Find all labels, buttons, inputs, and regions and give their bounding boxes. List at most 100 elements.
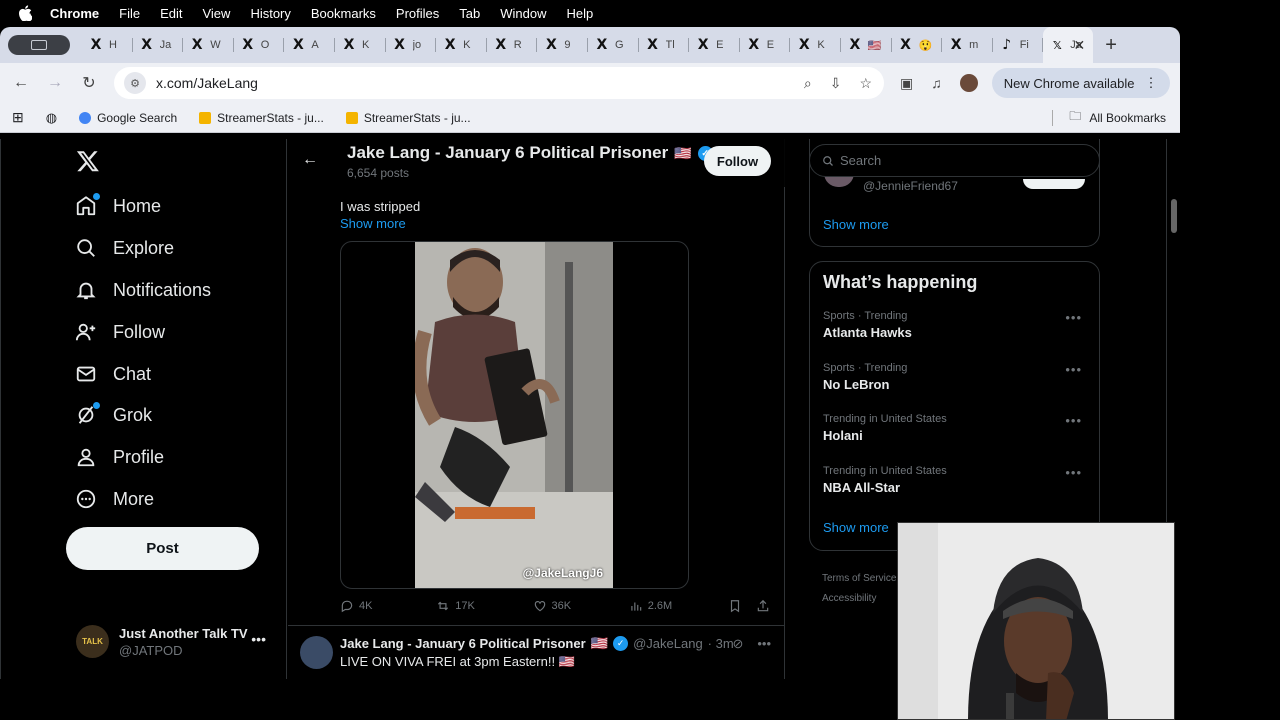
show-more-link[interactable]: Show more bbox=[823, 520, 889, 535]
menu-history[interactable]: History bbox=[250, 6, 290, 21]
bookmark-streamerstats-1[interactable]: StreamerStats - ju... bbox=[199, 111, 324, 125]
scrollbar-thumb[interactable] bbox=[1171, 199, 1177, 233]
more-dots-icon[interactable]: ••• bbox=[1065, 465, 1082, 480]
back-arrow-icon[interactable]: ← bbox=[10, 74, 32, 92]
author-name[interactable]: Jake Lang - January 6 Political Prisoner bbox=[340, 636, 586, 651]
browser-tab[interactable]: X 😲 bbox=[892, 27, 943, 63]
browser-tab[interactable]: Xjo bbox=[386, 27, 437, 63]
update-chrome-button[interactable]: New Chrome available ⋮ bbox=[991, 68, 1170, 98]
nav-profile[interactable]: Profile bbox=[75, 446, 164, 468]
zoom-icon[interactable]: ⌕ bbox=[804, 75, 812, 92]
browser-tab[interactable]: XW bbox=[183, 27, 234, 63]
apps-grid-icon[interactable]: ⊞ bbox=[12, 109, 24, 126]
follow-button[interactable]: Follow bbox=[704, 146, 771, 176]
accessibility-link[interactable]: Accessibility bbox=[822, 589, 896, 609]
nav-chat[interactable]: Chat bbox=[75, 363, 151, 385]
address-bar[interactable]: ⚙ x.com/JakeLang ⌕ ⇩ ☆ bbox=[114, 67, 884, 99]
nav-home[interactable]: Home bbox=[75, 193, 161, 217]
browser-tab[interactable]: X Ja bbox=[133, 27, 184, 63]
browser-tab[interactable]: ♪ Fi bbox=[993, 27, 1044, 63]
bookmark-star-icon[interactable]: ☆ bbox=[859, 75, 872, 92]
site-info-icon[interactable]: ⚙ bbox=[124, 72, 146, 94]
nav-explore[interactable]: Explore bbox=[75, 237, 174, 259]
reply-button[interactable]: 4K bbox=[340, 599, 436, 613]
reload-icon[interactable]: ↻ bbox=[78, 73, 100, 93]
browser-tab[interactable]: XA bbox=[284, 27, 335, 63]
browser-tab[interactable]: XK bbox=[790, 27, 841, 63]
show-more-link[interactable]: Show more bbox=[340, 216, 406, 231]
nav-notifications[interactable]: Notifications bbox=[75, 279, 211, 301]
more-dots-icon[interactable]: ••• bbox=[251, 631, 266, 647]
menu-tab[interactable]: Tab bbox=[459, 6, 480, 21]
cast-icon[interactable]: ▣ bbox=[900, 75, 913, 92]
menu-edit[interactable]: Edit bbox=[160, 6, 182, 21]
browser-tab[interactable]: XE bbox=[740, 27, 791, 63]
browser-tab[interactable]: XH bbox=[82, 27, 133, 63]
profile-avatar-icon[interactable] bbox=[959, 74, 978, 92]
like-button[interactable]: 36K bbox=[533, 599, 629, 613]
url-text[interactable]: x.com/JakeLang bbox=[156, 75, 258, 91]
browser-tab[interactable]: XR bbox=[487, 27, 538, 63]
browser-tab[interactable]: XG bbox=[588, 27, 639, 63]
menu-help[interactable]: Help bbox=[567, 6, 594, 21]
post-button[interactable]: Post bbox=[66, 527, 259, 570]
terms-link[interactable]: Terms of Service bbox=[822, 569, 896, 589]
new-tab-button[interactable]: + bbox=[1105, 34, 1117, 57]
avatar[interactable] bbox=[300, 636, 333, 669]
menu-file[interactable]: File bbox=[119, 6, 140, 21]
nav-more[interactable]: More bbox=[75, 488, 154, 510]
grok-icon[interactable]: ⊘ bbox=[732, 636, 743, 652]
bookmark-streamerstats-2[interactable]: StreamerStats - ju... bbox=[345, 111, 471, 125]
menu-view[interactable]: View bbox=[202, 6, 230, 21]
apple-icon[interactable] bbox=[18, 5, 32, 21]
trend-item[interactable]: Trending in United States NBA All-Star •… bbox=[823, 465, 1088, 495]
show-more-link[interactable]: Show more bbox=[823, 217, 889, 232]
bookmark-google[interactable]: Google Search bbox=[79, 111, 177, 125]
browser-tab[interactable]: XK bbox=[335, 27, 386, 63]
video-frame[interactable]: @JakeLangJ6 bbox=[415, 242, 613, 588]
all-bookmarks[interactable]: 🗀 All Bookmarks bbox=[1052, 107, 1166, 128]
x-logo-icon[interactable] bbox=[76, 149, 100, 173]
bookmark-button[interactable] bbox=[728, 599, 742, 613]
nav-grok[interactable]: Grok bbox=[75, 402, 152, 426]
back-arrow-icon[interactable]: ← bbox=[302, 151, 318, 169]
globe-icon[interactable]: ◍ bbox=[46, 110, 57, 126]
install-icon[interactable]: ⇩ bbox=[830, 75, 842, 92]
follow-button[interactable] bbox=[1023, 179, 1085, 189]
browser-tab[interactable]: XO bbox=[234, 27, 285, 63]
browser-tab[interactable]: XK bbox=[436, 27, 487, 63]
trend-item[interactable]: Sports · Trending Atlanta Hawks ••• bbox=[823, 310, 1088, 340]
more-dots-icon[interactable]: ••• bbox=[757, 636, 771, 652]
media-control-icon[interactable]: ♫ bbox=[931, 75, 942, 91]
active-tab[interactable]: 𝕏 Ja ✕ bbox=[1043, 27, 1094, 63]
menu-profiles[interactable]: Profiles bbox=[396, 6, 439, 21]
trend-item[interactable]: Trending in United States Holani ••• bbox=[823, 413, 1088, 443]
suggested-handle[interactable]: @JennieFriend67 bbox=[863, 179, 958, 193]
trend-item[interactable]: Sports · Trending No LeBron ••• bbox=[823, 362, 1088, 392]
forward-arrow-icon[interactable]: → bbox=[44, 74, 66, 92]
browser-tab[interactable]: X Tl bbox=[639, 27, 690, 63]
browser-tab[interactable]: XE bbox=[689, 27, 740, 63]
browser-tab[interactable]: X9 bbox=[537, 27, 588, 63]
more-dots-icon[interactable]: ••• bbox=[1065, 310, 1082, 325]
browser-tab[interactable]: X 🇺🇸 bbox=[841, 27, 892, 63]
author-handle[interactable]: @JakeLang bbox=[633, 636, 703, 651]
nav-follow[interactable]: Follow bbox=[75, 321, 165, 343]
share-button[interactable] bbox=[756, 599, 770, 613]
repost-button[interactable]: 17K bbox=[436, 599, 532, 613]
more-dots-icon[interactable]: ••• bbox=[1065, 413, 1082, 428]
tweet-video[interactable]: @JakeLangJ6 bbox=[340, 241, 689, 589]
search-input[interactable]: Search bbox=[809, 144, 1100, 177]
views-button[interactable]: 2.6M bbox=[629, 599, 728, 613]
more-dots-icon[interactable]: ••• bbox=[1065, 362, 1082, 377]
next-tweet[interactable]: Jake Lang - January 6 Political Prisoner… bbox=[288, 625, 785, 679]
kebab-menu-icon[interactable]: ⋮ bbox=[1145, 75, 1158, 91]
tab-group-toggle[interactable] bbox=[8, 35, 70, 55]
tweet-time[interactable]: · 3m bbox=[708, 636, 734, 651]
tab-close-icon[interactable]: ✕ bbox=[1074, 37, 1086, 54]
menu-chrome[interactable]: Chrome bbox=[50, 6, 99, 21]
menu-bookmarks[interactable]: Bookmarks bbox=[311, 6, 376, 21]
menu-window[interactable]: Window bbox=[500, 6, 546, 21]
browser-tab[interactable]: Xm bbox=[942, 27, 993, 63]
account-switcher[interactable]: TALK Just Another Talk TV @JATPOD ••• bbox=[76, 625, 276, 658]
